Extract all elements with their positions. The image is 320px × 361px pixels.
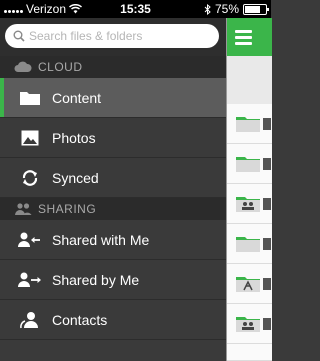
- folder-icon: [236, 157, 260, 172]
- shared-with-me-icon: [16, 232, 44, 248]
- sidebar-item-synced[interactable]: Synced: [0, 158, 226, 198]
- list-item[interactable]: [227, 224, 272, 264]
- sidebar-item-label: Content: [52, 89, 102, 106]
- cloud-icon: [12, 61, 34, 73]
- menu-button[interactable]: [227, 18, 272, 56]
- list-item[interactable]: [227, 104, 272, 144]
- linked-folder-icon: [236, 277, 260, 292]
- list-item[interactable]: [227, 184, 272, 224]
- shared-folder-icon: [236, 197, 260, 212]
- section-header-sharing: SHARING: [0, 198, 226, 220]
- sidebar-item-shared-by-me[interactable]: Shared by Me: [0, 260, 226, 300]
- search-icon: [13, 30, 25, 42]
- sidebar-item-shared-with-me[interactable]: Shared with Me: [0, 220, 226, 260]
- battery-percent: 75%: [214, 2, 239, 16]
- list-item[interactable]: [227, 264, 272, 304]
- sidebar-item-label: Shared with Me: [52, 231, 150, 248]
- section-label: SHARING: [38, 202, 97, 216]
- search-area: [0, 18, 226, 56]
- folder-icon: [236, 237, 260, 252]
- section-header-cloud: CLOUD: [0, 56, 226, 78]
- photo-icon: [16, 130, 44, 146]
- toolbar-strip: [227, 56, 272, 105]
- row-edge: [263, 158, 271, 170]
- battery-icon: [243, 3, 269, 15]
- sidebar-item-contacts[interactable]: Contacts: [0, 300, 226, 340]
- folder-icon: [236, 117, 260, 132]
- sidebar-item-label: Photos: [52, 129, 96, 146]
- row-edge: [263, 278, 271, 290]
- sidebar: CLOUD Content Photos Synced SHARING Shar…: [0, 56, 226, 361]
- row-edge: [263, 318, 271, 330]
- sidebar-item-label: Shared by Me: [52, 271, 140, 288]
- status-bar: Verizon 15:35 75%: [0, 0, 271, 18]
- list-item[interactable]: [227, 304, 272, 344]
- list-item[interactable]: [227, 344, 272, 361]
- sync-icon: [16, 169, 44, 187]
- bluetooth-icon: [204, 3, 211, 15]
- shared-folder-icon: [236, 317, 260, 332]
- status-right-group: 75%: [204, 2, 269, 16]
- search-input[interactable]: [29, 29, 209, 43]
- search-box[interactable]: [5, 24, 219, 48]
- list-item[interactable]: [227, 144, 272, 184]
- contacts-icon: [16, 311, 44, 329]
- row-edge: [263, 118, 271, 130]
- hamburger-icon: [235, 29, 252, 33]
- section-label: CLOUD: [38, 60, 83, 74]
- content-pane: [226, 18, 272, 361]
- sidebar-item-label: Synced: [52, 169, 99, 186]
- shared-by-me-icon: [16, 272, 44, 288]
- people-icon: [12, 203, 34, 215]
- row-edge: [263, 238, 271, 250]
- sidebar-item-content[interactable]: Content: [0, 78, 226, 118]
- sidebar-item-label: Contacts: [52, 311, 108, 328]
- folder-icon: [16, 90, 44, 106]
- row-edge: [263, 198, 271, 210]
- sidebar-item-photos[interactable]: Photos: [0, 118, 226, 158]
